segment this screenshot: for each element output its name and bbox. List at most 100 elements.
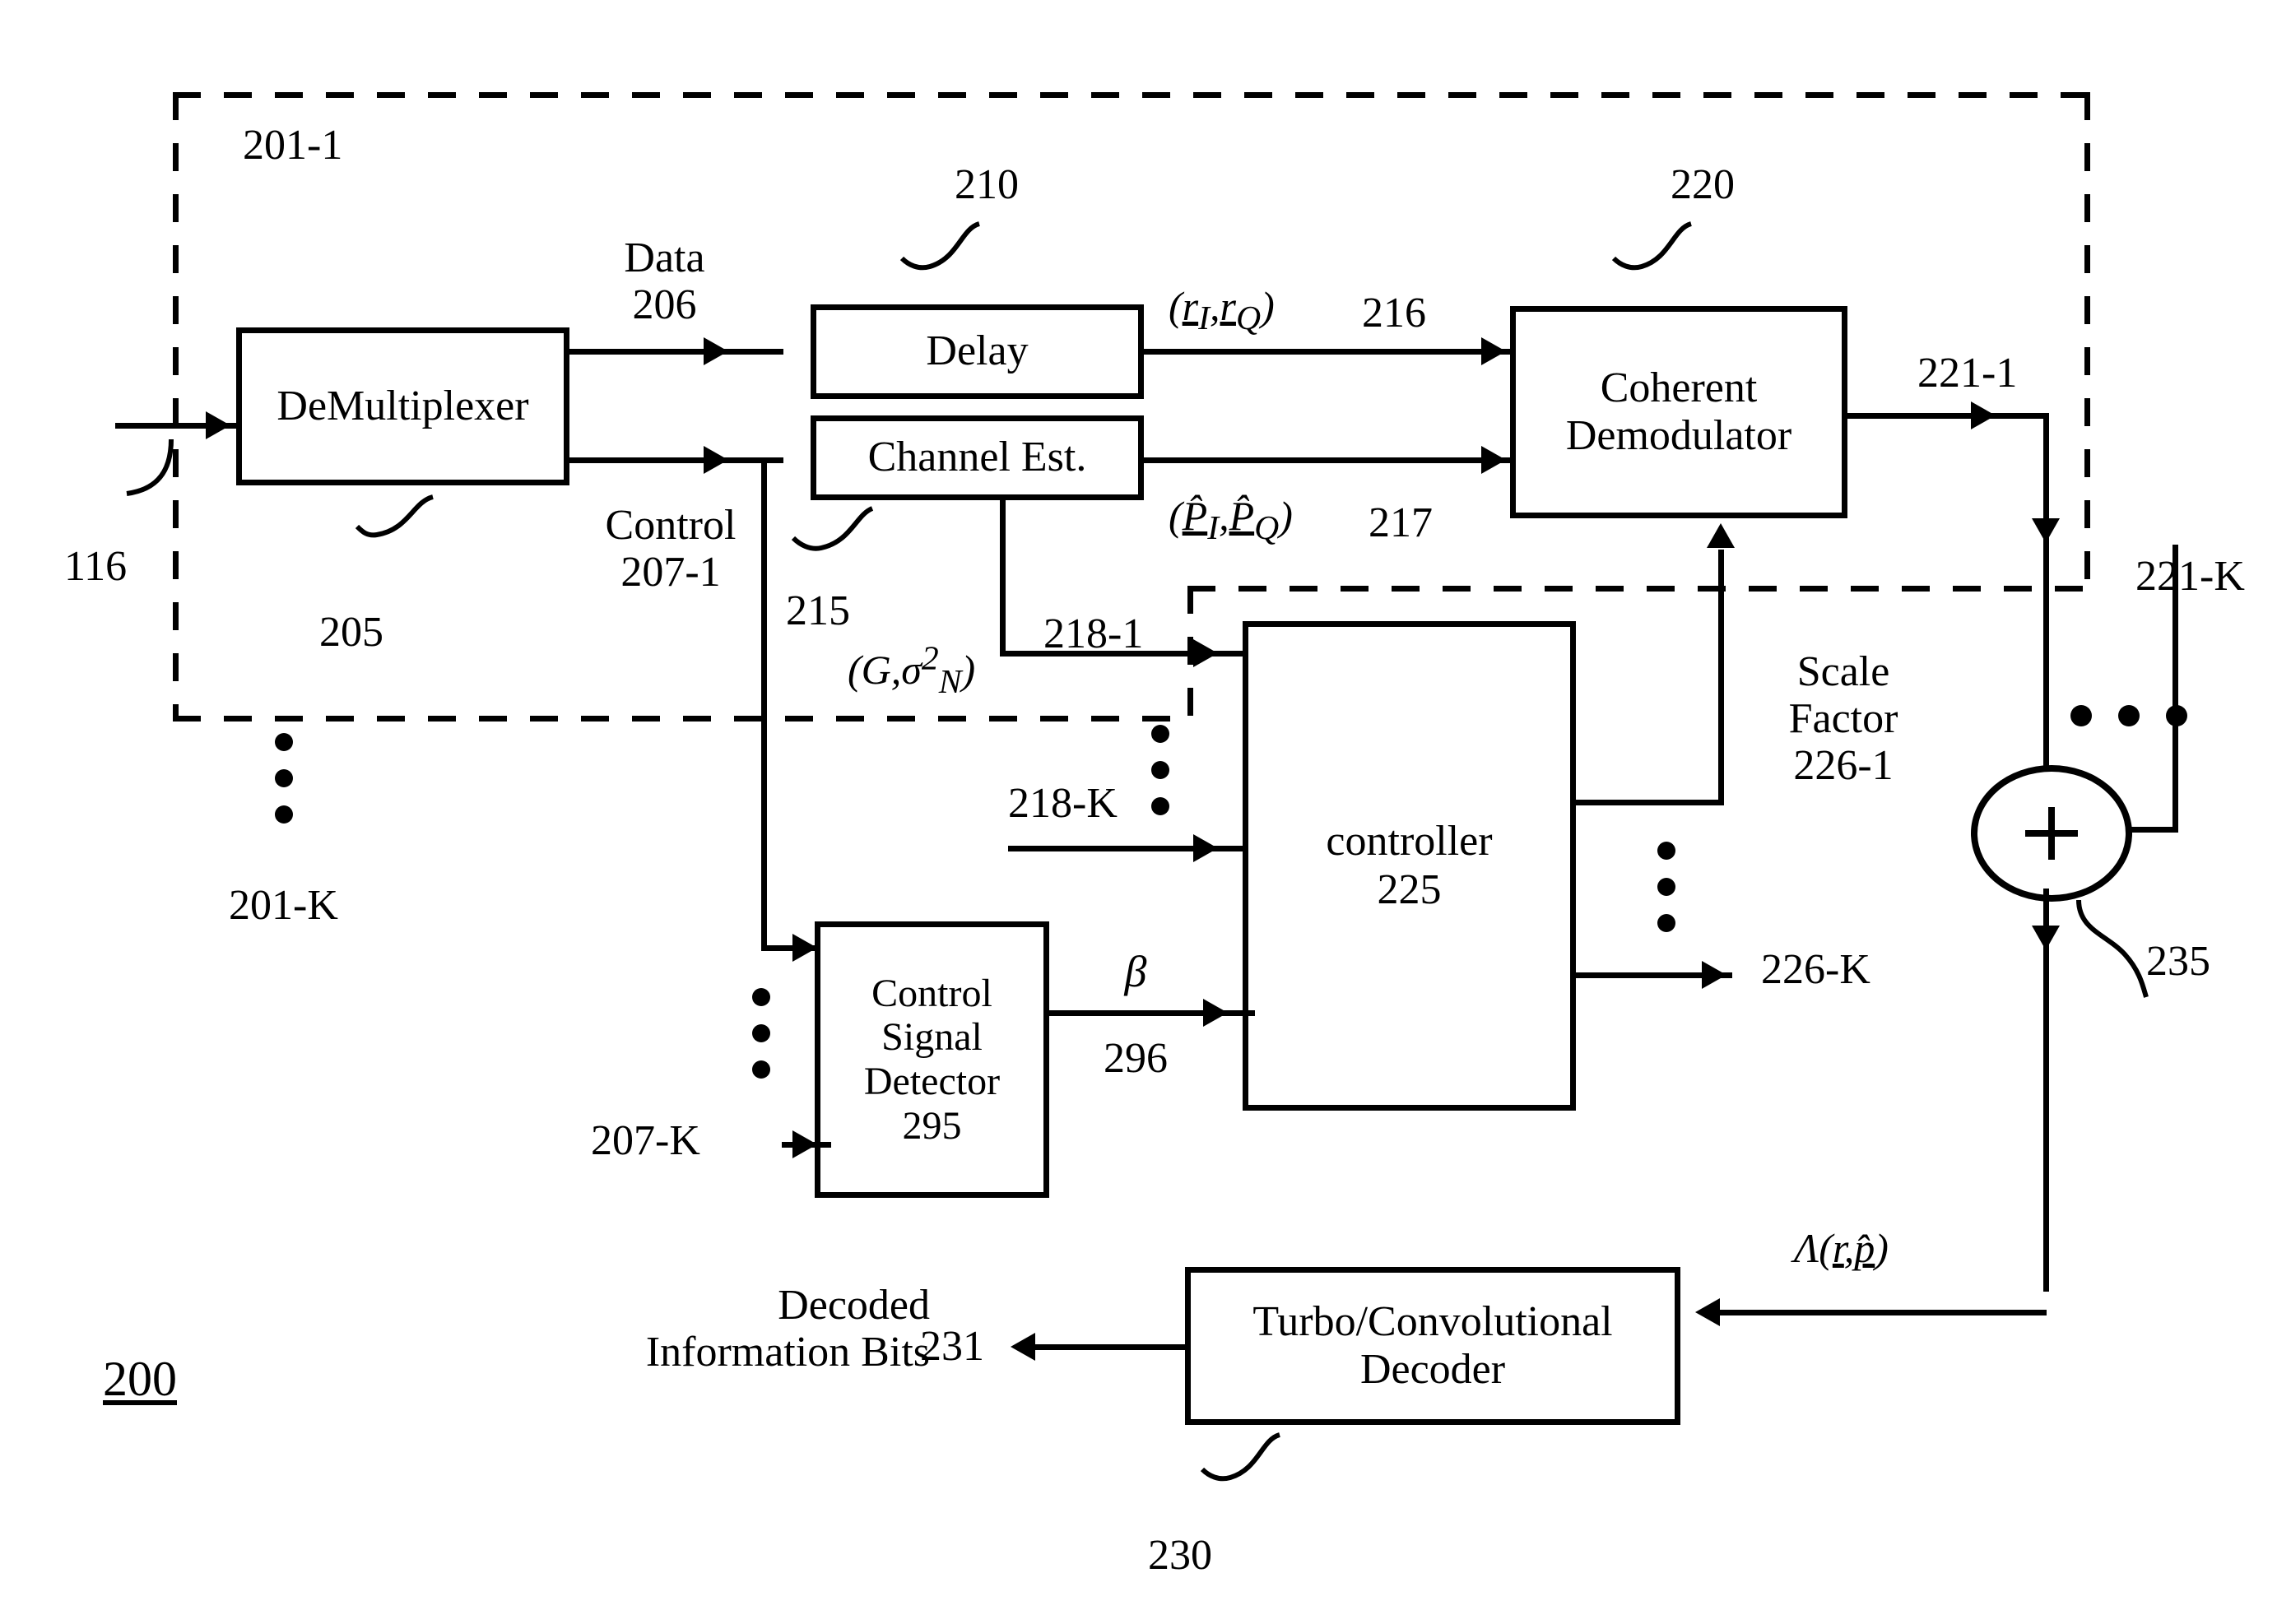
ellipsis-226-outputs [1654,833,1679,941]
arrowhead-beta-296 [1203,999,1228,1027]
group-label-201-k: 201-K [229,882,338,929]
label-scale-factor-ref: 226-1 [1793,742,1894,790]
dashed-border-left [173,92,179,722]
dashed-border-top [173,92,2090,98]
wire-231 [1020,1344,1185,1350]
wire-218-1-drop [1000,500,1006,657]
label-beta-symbol: β [1124,947,1147,996]
arrowhead-data-206 [704,337,728,365]
ref-label-220: 220 [1671,161,1735,208]
figure-number: 200 [103,1352,177,1406]
block-controller-line-1: controller [1326,818,1493,865]
arrowhead-218-1 [1193,639,1218,667]
wire-data-206 [569,349,783,355]
label-decoded-l2: Information Bits [645,1329,930,1376]
summing-junction [1971,765,2132,902]
label-beta-ref: 296 [1104,1035,1168,1082]
arrowhead-231 [1011,1333,1035,1361]
leader-210 [897,220,988,303]
wire-221-1 [1847,413,2049,419]
label-control-text: Control [605,502,737,549]
block-turbo-convolutional-decoder[interactable]: Turbo/Convolutional Decoder [1185,1267,1680,1425]
block-decoder-line-2: Decoder [1359,1346,1506,1393]
arrowhead-lambda-down [2032,926,2060,950]
arrowhead-207-k [792,1130,817,1158]
ref-label-205: 205 [319,609,383,656]
block-delay-label: Delay [926,327,1029,375]
ellipsis-221-branches [2057,703,2200,728]
block-csd-line-2: Signal [881,1015,983,1060]
label-control: Control 207-1 [576,502,765,596]
label-decoded-l1: Decoded [778,1282,930,1329]
wire-control-drop [761,457,767,951]
ref-label-231: 231 [920,1323,984,1370]
block-csd-line-4: 295 [902,1103,962,1148]
label-data-text: Data [624,234,705,281]
leader-215 [790,505,881,579]
dashed-border-bottom-left [173,716,1193,722]
label-data-ref: 206 [632,281,697,329]
block-coherent-demodulator-line-2: Demodulator [1565,412,1792,459]
label-g-sigma: (G,σ2N) [848,639,976,701]
arrowhead-218-k [1193,834,1218,862]
label-218-k: 218-K [1008,780,1118,827]
ref-label-218-1: 218-1 [1043,610,1144,657]
label-scale-factor: Scale Factor 226-1 [1736,648,1950,790]
arrowhead-control-to-csd [792,934,817,962]
wire-lambda-to-decoder [1708,1310,2047,1315]
arrowhead-217 [1481,446,1506,474]
block-coherent-demodulator-line-1: Coherent [1600,364,1758,411]
arrowhead-221-1-drop [2032,518,2060,543]
ref-label-210: 210 [955,161,1019,208]
block-csd-line-1: Control [871,971,992,1015]
block-delay[interactable]: Delay [811,304,1144,399]
arrowhead-226-k [1702,961,1726,989]
block-control-signal-detector[interactable]: Control Signal Detector 295 [815,921,1049,1198]
label-226-k: 226-K [1761,946,1870,993]
ref-label-221-k: 221-K [2135,553,2245,600]
ref-label-216: 216 [1362,290,1426,336]
ref-label-230: 230 [1148,1532,1212,1579]
ellipsis-csd-inputs [749,979,774,1088]
ref-label-217: 217 [1369,499,1433,546]
group-label-201-1: 201-1 [243,122,343,169]
dashed-border-bottom-right [1187,586,2090,592]
leader-116 [123,436,189,527]
plus-icon [2025,807,2078,860]
block-decoder-line-1: Turbo/Convolutional [1252,1297,1613,1345]
ref-label-116: 116 [64,543,128,590]
block-demultiplexer[interactable]: DeMultiplexer [236,327,569,485]
wire-221-k-v [2172,545,2178,833]
arrowhead-lambda-to-decoder [1695,1298,1720,1326]
label-control-ref: 207-1 [620,549,721,596]
arrowhead-scale-factor [1707,523,1735,548]
leader-230 [1197,1431,1288,1514]
label-p-iq: (P̂I,P̂Q) [1169,493,1293,547]
ellipsis-218-inputs [1148,716,1173,824]
ref-label-235: 235 [2146,938,2210,985]
leader-220 [1609,220,1699,303]
label-beta: β [1070,947,1201,996]
wire-to-summer [2043,545,2049,771]
block-coherent-demodulator[interactable]: Coherent Demodulator [1510,306,1847,518]
arrowhead-216 [1481,337,1506,365]
leader-205 [354,494,444,568]
label-scale-factor-l2: Factor [1788,695,1898,743]
label-data: Data 206 [576,234,753,328]
label-lambda: Λ(r,p̂) [1794,1225,1889,1271]
ref-label-215: 215 [786,587,850,634]
wire-scale-factor-v [1718,550,1724,805]
arrowhead-221-1 [1971,401,1996,429]
block-channel-est-label: Channel Est. [867,434,1087,481]
block-csd-line-3: Detector [863,1060,1001,1103]
patent-figure-canvas: 201-1 201-K 116 DeMultiplexer 205 Data 2… [0,0,2291,1624]
label-decoded-bits: Decoded Information Bits [568,1282,930,1376]
block-demultiplexer-label: DeMultiplexer [276,382,529,429]
input-arrowhead-116 [206,411,230,439]
arrowhead-control-207-1 [704,446,728,474]
block-controller[interactable]: controller 225 [1243,621,1576,1111]
wire-control-207-1 [569,457,783,463]
ref-label-221-1: 221-1 [1917,350,2018,397]
block-channel-est[interactable]: Channel Est. [811,415,1144,500]
wire-scale-factor-h [1576,800,1724,805]
